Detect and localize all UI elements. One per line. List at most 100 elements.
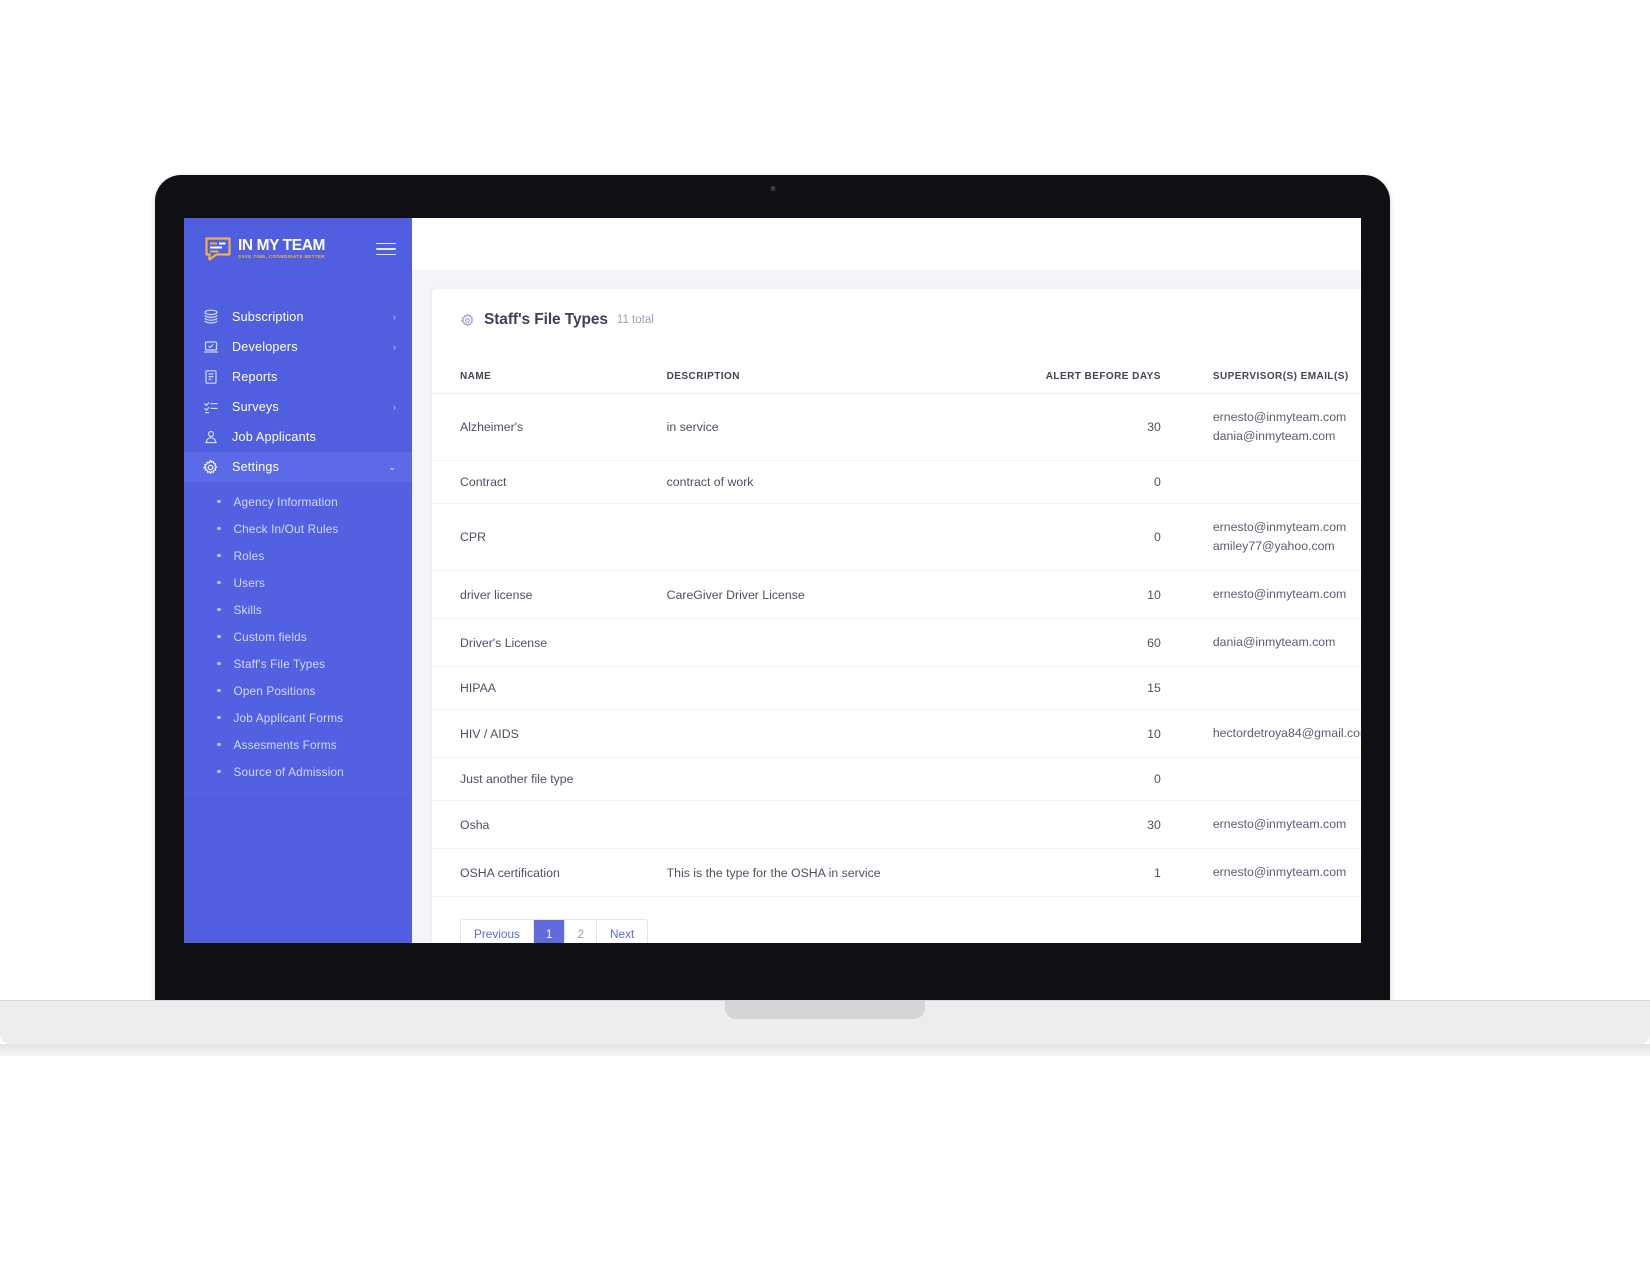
bullet-icon [217,769,221,774]
table-header-row: NAME DESCRIPTION ALERT BEFORE DAYS SUPER… [432,349,1361,394]
laptop-check-icon [202,339,219,356]
webcam-dot [770,186,775,191]
sidebar-item-label: Reports [232,370,278,384]
cell-description: This is the type for the OSHA in service [656,848,1036,898]
laptop-screen: IN MY TEAM SAVE TIME, COORDINATE BETTER [184,218,1361,943]
supervisor-email: amiley77@yahoo.com [1212,539,1335,554]
laptop-base-shadow [0,1044,1650,1056]
sidebar-subitem-label: Job Applicant Forms [233,710,344,725]
sidebar-subitem-label: Check In/Out Rules [233,521,339,536]
sidebar-item-settings[interactable]: Settings ⌄ [184,452,412,482]
cell-alert-before-days: 30 [1035,800,1203,850]
cell-supervisor-emails: ernesto@inmyteam.com [1202,570,1361,620]
bullet-icon [217,634,221,639]
supervisor-email: ernesto@inmyteam.com [1212,817,1347,832]
cell-alert-before-days: 30 [1035,393,1203,462]
logo-text: IN MY TEAM SAVE TIME, COORDINATE BETTER [238,238,325,260]
sidebar-item-agency-information[interactable]: Agency Information [184,488,412,515]
cell-name: OSHA certification [432,848,657,898]
speech-bubble-lines-icon [204,237,232,261]
column-header-supervisor-emails[interactable]: SUPERVISOR(S) EMAIL(S) [1202,349,1361,394]
sidebar-subitem-label: Assesments Forms [233,737,337,752]
pagination-next-button[interactable]: Next [597,920,648,943]
cell-description [656,618,1036,668]
pagination-previous-button[interactable]: Previous [461,920,534,943]
cell-name: Osha [432,800,657,850]
top-bar [412,218,1361,270]
app-logo[interactable]: IN MY TEAM SAVE TIME, COORDINATE BETTER [204,237,366,261]
checklist-icon [202,399,219,416]
sidebar-subitem-label: Source of Admission [233,764,344,779]
sidebar-item-users[interactable]: Users [184,569,412,596]
table-row[interactable]: CPR 0 ernesto@inmyteam.com amiley77@yahoo.c… [432,503,1361,572]
document-icon [202,369,219,386]
pagination: Previous 1 2 Next [460,919,649,943]
bullet-icon [217,499,221,504]
logo-tagline: SAVE TIME, COORDINATE BETTER [238,254,325,260]
pagination-page-2[interactable]: 2 [565,920,598,943]
sidebar-item-label: Job Applicants [232,430,317,444]
chevron-right-icon: › [393,402,396,412]
cell-name: Driver's License [432,618,657,668]
supervisor-email: dania@inmyteam.com [1212,635,1336,650]
page-title: Staff's File Types [484,311,608,328]
table-row[interactable]: Driver's License 60 dania@inmyteam.com [432,618,1361,668]
sidebar-header: IN MY TEAM SAVE TIME, COORDINATE BETTER [184,218,412,280]
bullet-icon [217,526,221,531]
supervisor-email: ernesto@inmyteam.com [1212,587,1347,602]
sidebar-item-surveys[interactable]: Surveys › [184,392,412,422]
cell-supervisor-emails: ernesto@inmyteam.com [1202,848,1361,898]
table-row[interactable]: HIV / AIDS 10 hectordetroya84@gmail.com [432,709,1361,759]
column-header-alert-before-days[interactable]: ALERT BEFORE DAYS [1035,349,1203,394]
table-row[interactable]: Contract contract of work 0 [432,460,1361,505]
sidebar-item-skills[interactable]: Skills [184,596,412,623]
sidebar-item-staffs-file-types[interactable]: Staff's File Types [184,650,412,677]
bullet-icon [217,715,221,720]
table-row[interactable]: Osha 30 ernesto@inmyteam.com [432,800,1361,850]
sidebar-item-job-applicant-forms[interactable]: Job Applicant Forms [184,704,412,731]
sidebar-item-check-in-out-rules[interactable]: Check In/Out Rules [184,515,412,542]
cell-alert-before-days: 0 [1035,757,1203,802]
table-row[interactable]: OSHA certification This is the type for t… [432,848,1361,898]
sidebar-item-label: Subscription [232,310,304,324]
sidebar-item-label: Developers [232,340,298,354]
sidebar-item-custom-fields[interactable]: Custom fields [184,623,412,650]
hamburger-icon[interactable] [376,242,396,256]
sidebar-item-developers[interactable]: Developers › [184,332,412,362]
main-content: Staff's File Types 11 total NAME DESCRIP… [412,218,1361,943]
column-header-name[interactable]: NAME [432,349,657,394]
cell-alert-before-days: 10 [1035,709,1203,759]
sidebar-item-assesments-forms[interactable]: Assesments Forms [184,731,412,758]
sidebar-subitem-label: Roles [233,548,265,563]
sidebar-subitem-label: Skills [233,602,262,617]
table-row[interactable]: Alzheimer's in service 30 ernesto@inmyteam.… [432,393,1361,462]
sidebar-subitem-label: Staff's File Types [233,656,326,671]
cell-description: contract of work [656,460,1036,505]
sidebar-nav: Subscription › Developers › Reports Surv… [184,302,412,795]
gear-icon [460,312,475,328]
bullet-icon [217,661,221,666]
table-body: Alzheimer's in service 30 ernesto@inmyteam.… [432,393,1361,898]
supervisor-email: ernesto@inmyteam.com [1212,410,1347,424]
cell-description: in service [656,393,1036,462]
cell-supervisor-emails [1202,757,1361,802]
sidebar-item-roles[interactable]: Roles [184,542,412,569]
table-row[interactable]: driver license CareGiver Driver License 10… [432,570,1361,620]
sidebar-item-job-applicants[interactable]: Job Applicants [184,422,412,452]
cell-description [656,709,1036,759]
cell-description [656,757,1036,802]
supervisor-email: hectordetroya84@gmail.com [1212,726,1361,741]
sidebar-item-reports[interactable]: Reports [184,362,412,392]
sidebar-item-subscription[interactable]: Subscription › [184,302,412,332]
sidebar-item-open-positions[interactable]: Open Positions [184,677,412,704]
cell-supervisor-emails: hectordetroya84@gmail.com [1202,709,1361,759]
laptop-lid: IN MY TEAM SAVE TIME, COORDINATE BETTER [155,175,1390,1005]
bullet-icon [217,580,221,585]
sidebar-item-source-of-admission[interactable]: Source of Admission [184,758,412,785]
table-row[interactable]: Just another file type 0 [432,757,1361,802]
pagination-page-1[interactable]: 1 [533,920,566,943]
screenshot-stage: IN MY TEAM SAVE TIME, COORDINATE BETTER [0,0,1650,1275]
table-row[interactable]: HIPAA 15 [432,666,1361,711]
column-header-description[interactable]: DESCRIPTION [656,349,1036,394]
cell-alert-before-days: 15 [1035,666,1203,711]
